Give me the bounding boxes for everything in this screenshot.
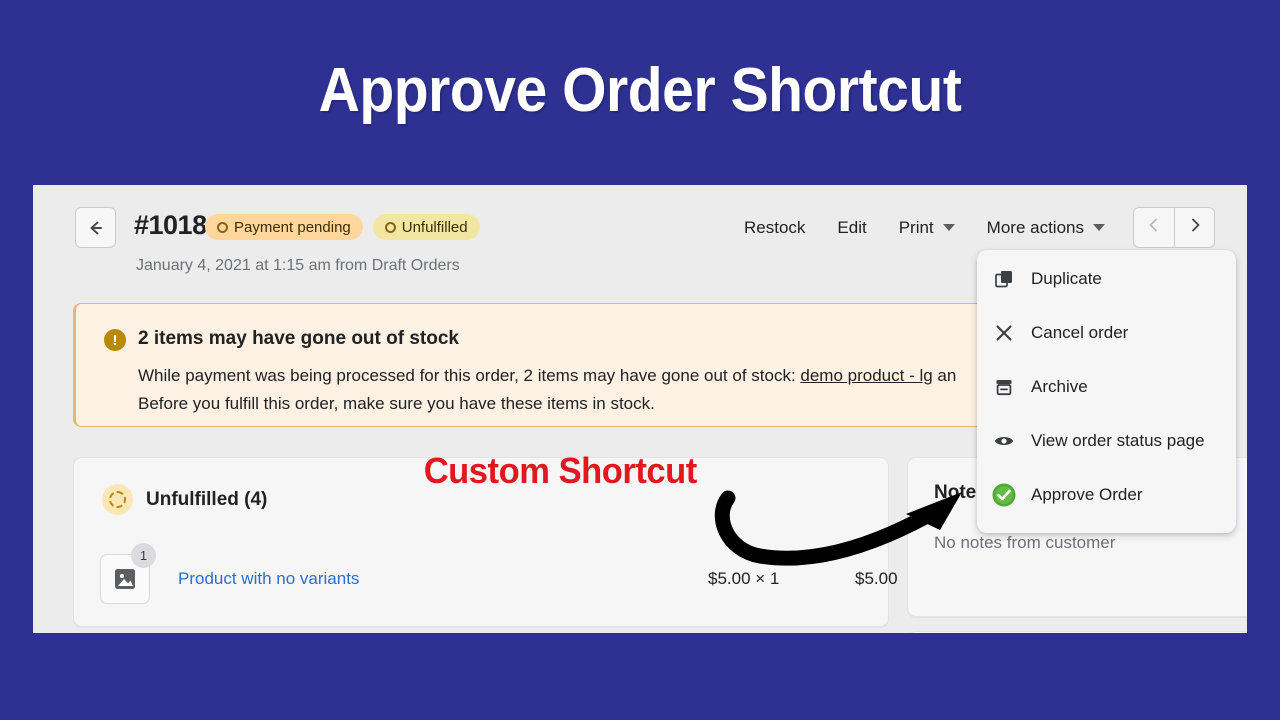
duplicate-icon: [977, 268, 1031, 290]
previous-order-button[interactable]: [1133, 207, 1174, 248]
quantity-badge: 1: [131, 543, 156, 568]
print-button[interactable]: Print: [883, 207, 971, 248]
line-item-name-link[interactable]: Product with no variants: [178, 569, 359, 589]
banner-text-after-link: an: [932, 366, 957, 385]
menu-item-label: Archive: [1031, 377, 1088, 396]
chevron-down-icon: [942, 224, 955, 231]
eye-icon: [977, 430, 1031, 452]
status-dot-icon: [384, 221, 396, 233]
banner-title: 2 items may have gone out of stock: [138, 328, 459, 349]
screenshot-frame: #1018 Payment pending Unfulfilled Januar…: [33, 185, 1247, 633]
more-actions-button[interactable]: More actions: [971, 207, 1121, 248]
menu-item-label: Cancel order: [1031, 323, 1129, 342]
order-number: #1018: [134, 210, 207, 240]
menu-item-cancel-order[interactable]: Cancel order: [977, 306, 1236, 360]
menu-item-view-order-status-page[interactable]: View order status page: [977, 414, 1236, 468]
chevron-down-icon: [1093, 224, 1105, 231]
edit-label: Edit: [837, 217, 867, 237]
more-actions-label: More actions: [986, 217, 1084, 237]
menu-item-archive[interactable]: Archive: [977, 360, 1236, 414]
restock-label: Restock: [743, 217, 806, 237]
menu-item-label: Approve Order: [1031, 485, 1143, 504]
order-date-line: January 4, 2021 at 1:15 am from Draft Or…: [136, 257, 460, 274]
menu-item-label: Duplicate: [1031, 269, 1102, 288]
secondary-card-partial: [907, 631, 1247, 633]
fulfillment-header: Unfulfilled (4): [102, 484, 267, 515]
menu-item-duplicate[interactable]: Duplicate: [977, 252, 1236, 306]
back-arrow-icon: [86, 218, 106, 238]
chevron-right-icon: [1187, 217, 1203, 238]
print-label: Print: [898, 217, 934, 237]
next-order-button[interactable]: [1174, 207, 1215, 248]
menu-item-label: View order status page: [1031, 431, 1205, 450]
edit-button[interactable]: Edit: [821, 207, 882, 248]
fulfillment-title: Unfulfilled (4): [146, 488, 268, 510]
status-badge-payment-pending: Payment pending: [205, 214, 363, 240]
close-x-icon: [977, 322, 1031, 344]
archive-icon: [977, 376, 1031, 398]
annotation-arrow-icon: [714, 490, 962, 566]
more-actions-dropdown: Duplicate Cancel order Archive View orde…: [977, 250, 1236, 533]
page-title: Approve Order Shortcut: [318, 56, 962, 125]
banner-text-before-link: While payment was being processed for th…: [138, 366, 801, 385]
status-badge-label: Unfulfilled: [401, 218, 468, 236]
header-actions: Restock Edit Print More actions: [728, 207, 1215, 248]
restock-button[interactable]: Restock: [728, 207, 821, 248]
line-item-thumbnail: 1: [100, 543, 156, 604]
banner-body-line2: Before you fulfill this order, make sure…: [138, 393, 655, 413]
back-button[interactable]: [75, 207, 116, 248]
status-badge-unfulfilled: Unfulfilled: [372, 214, 480, 240]
banner-product-link[interactable]: demo product - lg: [800, 366, 932, 385]
dashed-circle-icon: [102, 484, 133, 515]
chevron-left-icon: [1146, 217, 1162, 238]
warning-icon: !: [104, 329, 126, 351]
order-pagination: [1133, 207, 1215, 248]
order-detail-page: #1018 Payment pending Unfulfilled Januar…: [33, 185, 1247, 633]
status-dot-icon: [217, 221, 228, 233]
status-badge-label: Payment pending: [234, 218, 351, 236]
menu-item-approve-order[interactable]: Approve Order: [977, 468, 1236, 522]
order-status-badges: Payment pending Unfulfilled: [205, 214, 480, 240]
annotation-label: Custom Shortcut: [423, 450, 698, 491]
